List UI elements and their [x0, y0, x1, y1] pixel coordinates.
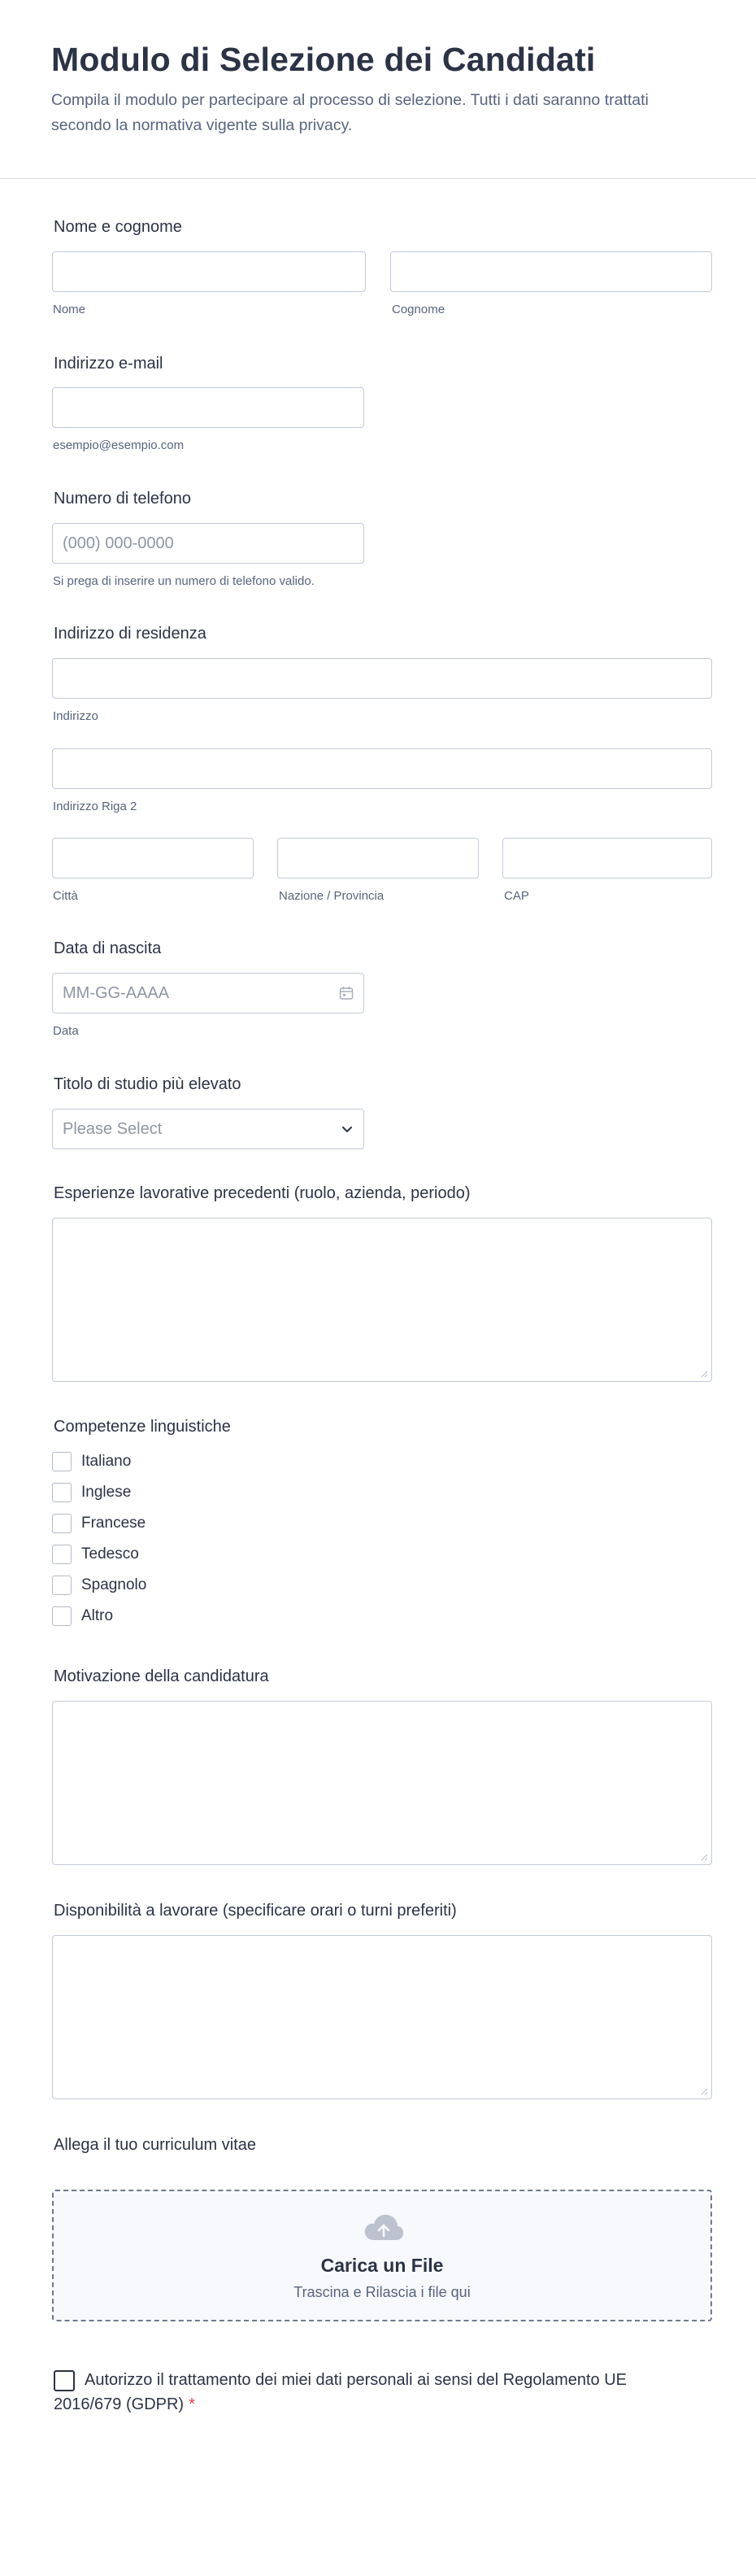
language-option-label: Spagnolo — [81, 1576, 147, 1593]
availability-textarea[interactable] — [52, 1935, 712, 2099]
availability-label: Disponibilità a lavorare (specificare or… — [54, 1902, 457, 1920]
language-option-altro[interactable]: Altro — [52, 1606, 113, 1627]
language-option-italiano[interactable]: Italiano — [52, 1451, 131, 1472]
checkbox[interactable] — [52, 1514, 72, 1533]
last-name-sublabel: Cognome — [392, 303, 445, 316]
zip-input[interactable] — [502, 838, 712, 878]
language-option-label: Tedesco — [81, 1545, 139, 1563]
email-input[interactable] — [52, 387, 364, 428]
language-option-label: Inglese — [81, 1484, 132, 1501]
address-line1-input[interactable] — [52, 658, 712, 699]
last-name-input[interactable] — [390, 251, 712, 292]
birthdate-sublabel: Data — [53, 1024, 79, 1038]
phone-placeholder: (000) 000-0000 — [63, 534, 174, 552]
form-header: Modulo di Selezione dei Candidati Compil… — [0, 0, 756, 179]
first-name-input[interactable] — [52, 251, 366, 292]
checkbox[interactable] — [52, 1606, 72, 1626]
calendar-icon[interactable] — [339, 986, 354, 1000]
address-line1-sublabel: Indirizzo — [53, 709, 98, 723]
state-input[interactable] — [277, 838, 479, 878]
address-line2-input[interactable] — [52, 748, 712, 789]
checkbox[interactable] — [52, 1452, 72, 1471]
language-option-inglese[interactable]: Inglese — [52, 1482, 131, 1503]
checkbox[interactable] — [52, 1576, 72, 1595]
name-label: Nome e cognome — [54, 218, 182, 236]
motivation-label: Motivazione della candidatura — [54, 1667, 269, 1685]
birthdate-placeholder: MM-GG-AAAA — [63, 983, 170, 1002]
language-option-francese[interactable]: Francese — [52, 1513, 146, 1534]
file-upload-dropzone[interactable]: Carica un File Trascina e Rilascia i fil… — [52, 2190, 712, 2321]
education-label: Titolo di studio più elevato — [54, 1075, 241, 1093]
language-option-label: Francese — [81, 1515, 146, 1532]
state-sublabel: Nazione / Provincia — [279, 889, 385, 903]
consent-field: Autorizzo il trattamento dei miei dati p… — [54, 2368, 671, 2417]
language-option-label: Italiano — [81, 1453, 132, 1470]
experience-label: Esperienze lavorative precedenti (ruolo,… — [54, 1184, 471, 1202]
address-line2-sublabel: Indirizzo Riga 2 — [53, 800, 137, 813]
consent-checkbox[interactable] — [54, 2370, 75, 2391]
form-title: Modulo di Selezione dei Candidati — [51, 41, 596, 78]
birthdate-label: Data di nascita — [54, 939, 162, 957]
education-select[interactable]: Please Select — [52, 1109, 364, 1149]
phone-label: Numero di telefono — [54, 490, 191, 508]
city-input[interactable] — [52, 838, 254, 878]
city-sublabel: Città — [53, 889, 78, 903]
resize-grip-icon[interactable] — [700, 2087, 708, 2095]
email-sublabel: esempio@esempio.com — [53, 438, 185, 452]
cv-label: Allega il tuo curriculum vitae — [54, 2136, 256, 2154]
cloud-upload-icon — [364, 2214, 404, 2240]
email-label: Indirizzo e-mail — [54, 355, 163, 373]
form-description: Compila il modulo per partecipare al pro… — [51, 91, 649, 134]
language-option-tedesco[interactable]: Tedesco — [52, 1544, 139, 1565]
checkbox[interactable] — [52, 1545, 72, 1564]
language-option-label: Altro — [81, 1607, 114, 1624]
upload-title: Carica un File — [320, 2255, 444, 2276]
zip-sublabel: CAP — [504, 889, 529, 903]
chevron-down-icon — [342, 1127, 352, 1132]
required-mark: * — [189, 2395, 195, 2413]
phone-sublabel: Si prega di inserire un numero di telefo… — [53, 574, 315, 588]
education-selected-value: Please Select — [63, 1119, 163, 1138]
checkbox[interactable] — [52, 1483, 72, 1502]
birthdate-input[interactable]: MM-GG-AAAA — [52, 973, 364, 1013]
motivation-textarea[interactable] — [52, 1701, 712, 1865]
language-option-spagnolo[interactable]: Spagnolo — [52, 1575, 146, 1596]
resize-grip-icon[interactable] — [700, 1370, 708, 1378]
first-name-sublabel: Nome — [53, 303, 86, 316]
upload-subtitle: Trascina e Rilascia i file qui — [293, 2284, 471, 2300]
phone-input[interactable]: (000) 000-0000 — [52, 523, 364, 564]
experience-textarea[interactable] — [52, 1218, 712, 1382]
consent-text: Autorizzo il trattamento dei miei dati p… — [54, 2371, 628, 2413]
languages-label: Competenze linguistiche — [54, 1418, 231, 1436]
address-label: Indirizzo di residenza — [54, 625, 206, 643]
resize-grip-icon[interactable] — [700, 1853, 708, 1861]
